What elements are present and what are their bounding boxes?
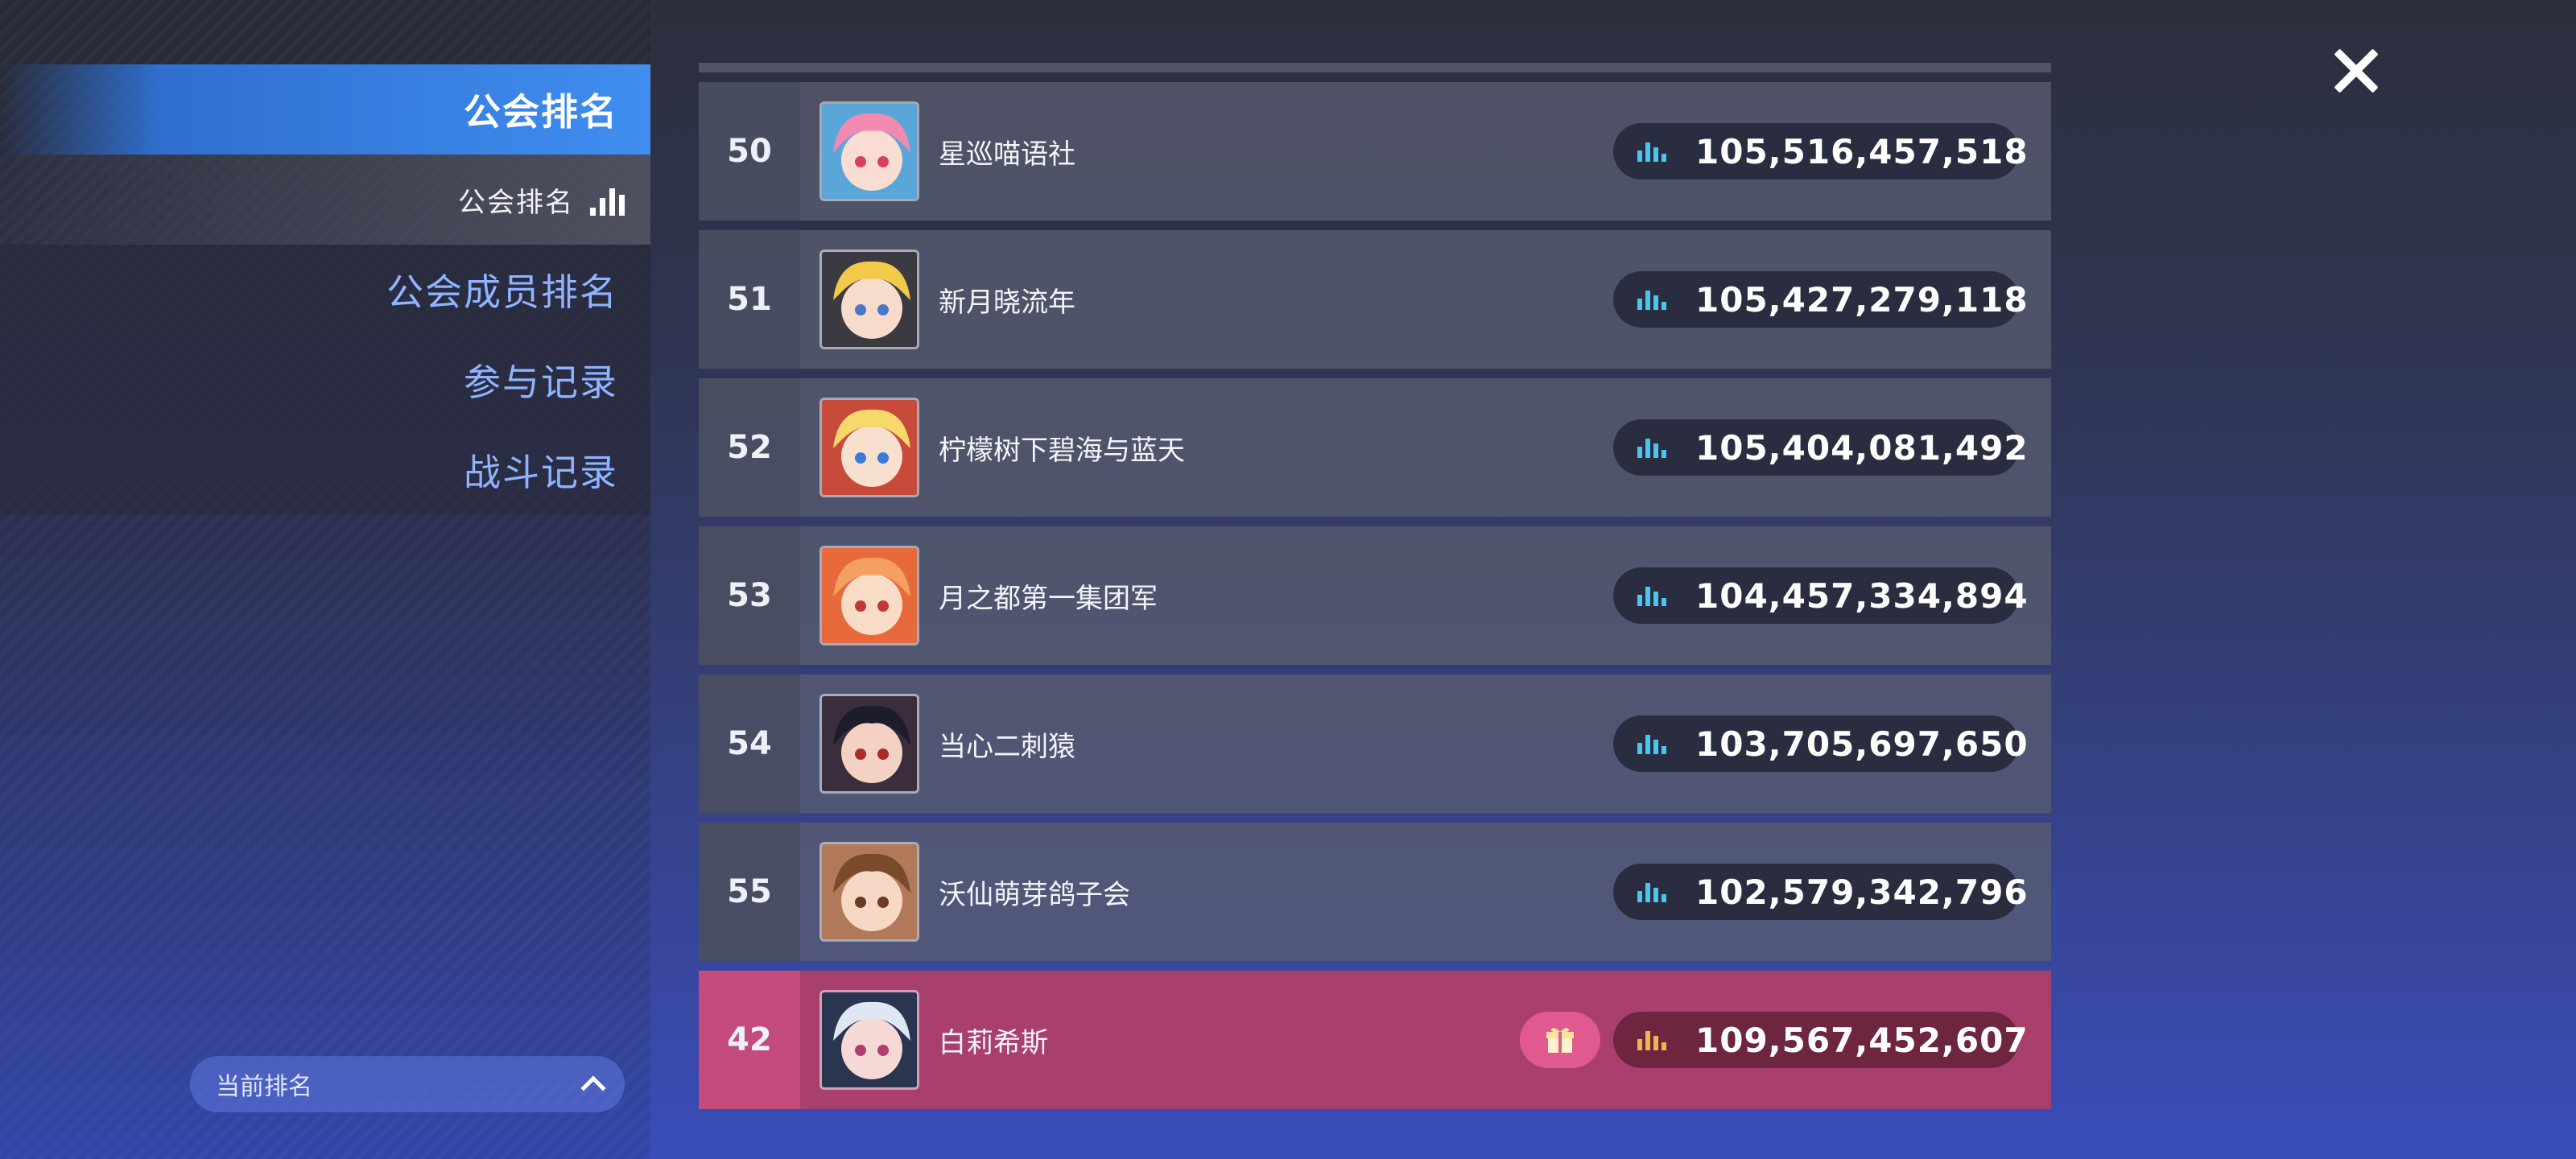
guild-score: 103,705,697,650 [1613, 716, 2028, 772]
score-bars-icon [1637, 1029, 1666, 1050]
guild-name: 白莉希斯 [939, 1026, 1048, 1059]
table-row[interactable]: 53 月之都第一集团军 104,457,334,894 [699, 526, 2051, 665]
ranking-bars-icon [590, 184, 625, 216]
tab-participation-log-label: 参与记录 [464, 361, 618, 404]
guild-avatar-icon [819, 250, 919, 349]
guild-name: 星巡喵语社 [939, 138, 1075, 171]
current-rank-label: 当前排名 [216, 1073, 312, 1101]
guild-score-value: 105,516,457,518 [1695, 131, 2029, 171]
guild-score: 105,404,081,492 [1613, 419, 2028, 476]
current-rank-toggle[interactable]: 当前排名 [190, 1056, 625, 1112]
score-bars-icon [1637, 141, 1666, 162]
guild-score-value: 105,427,279,118 [1695, 279, 2029, 320]
table-row[interactable]: 51 新月晓流年 105,427,279,118 [699, 230, 2051, 369]
guild-score: 105,516,457,518 [1613, 123, 2028, 179]
sidebar: 公会排名 公会排名 公会成员排名 参与记录 战斗记录 当前排名 [0, 0, 650, 1159]
guild-name: 月之都第一集团军 [939, 582, 1158, 615]
guild-name: 当心二刺猿 [939, 730, 1075, 763]
tab-battle-log[interactable]: 战斗记录 [0, 425, 650, 515]
guild-score: 104,457,334,894 [1613, 567, 2028, 624]
gift-button[interactable] [1520, 1012, 1600, 1068]
rank-number: 54 [699, 674, 800, 813]
rank-number: 50 [699, 82, 800, 221]
close-icon[interactable] [2325, 40, 2386, 101]
rank-number: 51 [699, 230, 800, 369]
tab-guild-ranking[interactable]: 公会排名 [0, 64, 650, 155]
guild-score-value: 109,567,452,607 [1695, 1020, 2029, 1060]
guild-score: 102,579,342,796 [1613, 864, 2028, 920]
tab-battle-log-label: 战斗记录 [464, 451, 618, 494]
guild-avatar-icon [819, 546, 919, 645]
guild-avatar-icon [819, 101, 919, 201]
score-bars-icon [1637, 733, 1666, 754]
guild-score: 109,567,452,607 [1613, 1012, 2028, 1068]
score-bars-icon [1637, 881, 1666, 902]
score-bars-icon [1637, 289, 1666, 310]
guild-score-value: 104,457,334,894 [1695, 575, 2029, 616]
rank-number: 42 [699, 971, 800, 1109]
guild-avatar-icon [819, 990, 919, 1090]
rank-number: 52 [699, 378, 800, 517]
table-row[interactable]: 55 沃仙萌芽鸽子会 102,579,342,796 [699, 823, 2051, 961]
table-row[interactable]: 54 当心二刺猿 103,705,697,650 [699, 674, 2051, 813]
guild-name: 沃仙萌芽鸽子会 [939, 878, 1130, 911]
score-bars-icon [1637, 585, 1666, 606]
my-guild-row[interactable]: 42 白莉希斯 109,567,452,607 [699, 971, 2051, 1109]
guild-score-value: 105,404,081,492 [1695, 427, 2029, 468]
guild-score-value: 103,705,697,650 [1695, 724, 2029, 764]
tab-member-ranking-label: 公会成员排名 [386, 270, 618, 314]
subtab-guild-ranking-label: 公会排名 [458, 186, 574, 219]
gift-icon [1546, 1028, 1574, 1053]
subtab-guild-ranking[interactable]: 公会排名 [0, 155, 650, 245]
tab-member-ranking[interactable]: 公会成员排名 [0, 245, 650, 335]
tab-participation-log[interactable]: 参与记录 [0, 335, 650, 425]
chevron-up-icon [580, 1075, 606, 1101]
guild-score: 105,427,279,118 [1613, 271, 2028, 328]
guild-name: 柠檬树下碧海与蓝天 [939, 434, 1185, 467]
list-item-partial [699, 63, 2051, 72]
guild-avatar-icon [819, 398, 919, 497]
table-row[interactable]: 52 柠檬树下碧海与蓝天 105,404,081,492 [699, 378, 2051, 517]
tab-guild-ranking-label: 公会排名 [464, 90, 618, 134]
guild-name: 新月晓流年 [939, 286, 1075, 319]
score-bars-icon [1637, 437, 1666, 458]
guild-score-value: 102,579,342,796 [1695, 872, 2029, 912]
guild-avatar-icon [819, 842, 919, 942]
rank-number: 53 [699, 526, 800, 665]
rank-number: 55 [699, 823, 800, 961]
guild-avatar-icon [819, 694, 919, 794]
ranking-list[interactable]: 50 星巡喵语社 105,516,457,518 51 新月晓流年 105,42… [699, 0, 2051, 1159]
table-row[interactable]: 50 星巡喵语社 105,516,457,518 [699, 82, 2051, 221]
